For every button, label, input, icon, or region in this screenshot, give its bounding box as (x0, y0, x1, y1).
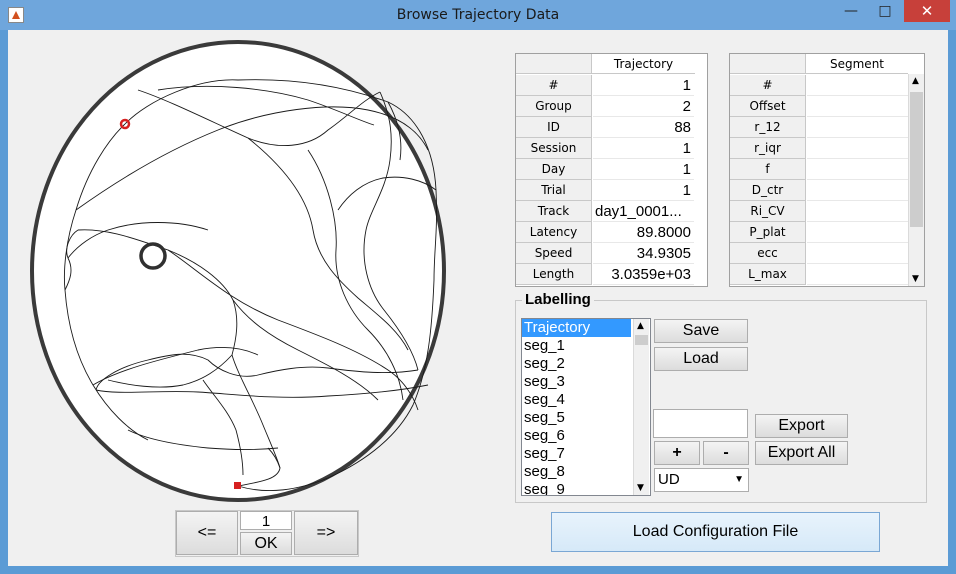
traj-row-label: Day (516, 159, 592, 180)
list-item[interactable]: seg_8 (522, 463, 631, 481)
list-item[interactable]: seg_4 (522, 391, 631, 409)
traj-row-value: 1 (593, 75, 694, 96)
label-listbox[interactable]: Trajectory seg_1 seg_2 seg_3 seg_4 seg_5… (521, 318, 651, 496)
list-item[interactable]: seg_9 (522, 481, 631, 495)
seg-row-label: r_12 (730, 117, 806, 138)
navigation-panel: <= 1 OK => (175, 510, 359, 557)
segment-table: Segment # Offset r_12 r_iqr f D_ctr Ri_C… (729, 53, 925, 287)
main-window: Browse Trajectory Data — □ ✕ <= 1 OK => … (0, 0, 956, 574)
traj-row-value: 2 (593, 96, 694, 117)
scroll-up-icon[interactable]: ▲ (912, 76, 919, 86)
list-item[interactable]: seg_7 (522, 445, 631, 463)
maximize-button[interactable]: □ (870, 0, 900, 22)
close-button[interactable]: ✕ (904, 0, 950, 22)
export-all-button[interactable]: Export All (755, 441, 848, 465)
prev-button[interactable]: <= (176, 511, 238, 555)
list-item[interactable]: seg_1 (522, 337, 631, 355)
arena-boundary (30, 40, 446, 502)
export-button[interactable]: Export (755, 414, 848, 438)
traj-row-value: 88 (593, 117, 694, 138)
seg-row-value (807, 243, 908, 264)
title-bar: Browse Trajectory Data — □ ✕ (0, 0, 956, 30)
trajectory-table: Trajectory # 1 Group 2 ID 88 Session 1 D… (515, 53, 708, 287)
traj-row-value: 89.8000 (593, 222, 694, 243)
scroll-thumb[interactable] (910, 92, 923, 227)
remove-tag-button[interactable]: - (703, 441, 749, 465)
seg-row-label: # (730, 75, 806, 96)
traj-row-label: Length (516, 264, 592, 285)
window-title: Browse Trajectory Data (396, 7, 560, 23)
tag-input[interactable] (653, 409, 748, 438)
seg-row-label: Offset (730, 96, 806, 117)
scroll-down-icon[interactable]: ▼ (637, 483, 644, 493)
list-item[interactable]: seg_5 (522, 409, 631, 427)
list-item[interactable]: seg_6 (522, 427, 631, 445)
seg-row-label: ecc (730, 243, 806, 264)
traj-row-value: 1 (593, 180, 694, 201)
seg-row-value (807, 180, 908, 201)
listbox-scrollbar[interactable]: ▲ ▼ (633, 319, 649, 495)
trajectory-table-header: Trajectory (592, 54, 695, 74)
tag-select-value: UD (658, 471, 680, 488)
traj-row-label: Session (516, 138, 592, 159)
seg-row-label: L_max (730, 264, 806, 285)
traj-row-label: Track (516, 201, 592, 222)
traj-row-label: # (516, 75, 592, 96)
traj-row-label: ID (516, 117, 592, 138)
traj-row-value: 1 (593, 159, 694, 180)
traj-row-value: day1_0001... (593, 201, 694, 222)
traj-row-value: 3.0359e+03 (593, 264, 694, 285)
segment-table-corner (730, 54, 806, 74)
traj-row-label: Speed (516, 243, 592, 264)
scroll-thumb[interactable] (635, 335, 648, 345)
traj-row-value: 1 (593, 138, 694, 159)
labelling-title: Labelling (522, 291, 594, 308)
seg-row-label: P_plat (730, 222, 806, 243)
seg-row-value (807, 138, 908, 159)
list-item[interactable]: Trajectory (522, 319, 631, 337)
seg-row-label: Ri_CV (730, 201, 806, 222)
segment-table-header: Segment (806, 54, 908, 74)
chevron-down-icon: ▼ (734, 474, 744, 485)
seg-row-value (807, 75, 908, 96)
traj-row-value: 34.9305 (593, 243, 694, 264)
seg-row-label: r_iqr (730, 138, 806, 159)
traj-row-label: Latency (516, 222, 592, 243)
save-button[interactable]: Save (654, 319, 748, 343)
ok-button[interactable]: OK (240, 532, 292, 555)
trajectory-table-corner (516, 54, 592, 74)
seg-row-value (807, 159, 908, 180)
list-item[interactable]: seg_3 (522, 373, 631, 391)
seg-row-value (807, 117, 908, 138)
client-area: <= 1 OK => Trajectory # 1 Group 2 ID 88 … (8, 30, 948, 566)
next-button[interactable]: => (294, 511, 358, 555)
load-config-button[interactable]: Load Configuration File (551, 512, 880, 552)
seg-row-value (807, 201, 908, 222)
seg-row-label: D_ctr (730, 180, 806, 201)
labelling-panel: Labelling Trajectory seg_1 seg_2 seg_3 s… (515, 291, 927, 503)
seg-row-value (807, 264, 908, 285)
seg-row-label: f (730, 159, 806, 180)
scroll-down-icon[interactable]: ▼ (912, 274, 919, 284)
minimize-button[interactable]: — (836, 0, 866, 22)
list-item[interactable]: seg_2 (522, 355, 631, 373)
end-marker (234, 482, 241, 489)
scroll-up-icon[interactable]: ▲ (637, 321, 644, 331)
traj-row-label: Trial (516, 180, 592, 201)
trajectory-plot (30, 40, 446, 502)
load-button[interactable]: Load (654, 347, 748, 371)
add-tag-button[interactable]: + (654, 441, 700, 465)
seg-row-value (807, 96, 908, 117)
traj-row-label: Group (516, 96, 592, 117)
trajectory-index-field[interactable]: 1 (240, 511, 292, 530)
segment-table-scrollbar[interactable]: ▲ ▼ (908, 74, 924, 286)
seg-row-value (807, 222, 908, 243)
tag-select[interactable]: UD ▼ (654, 468, 749, 492)
